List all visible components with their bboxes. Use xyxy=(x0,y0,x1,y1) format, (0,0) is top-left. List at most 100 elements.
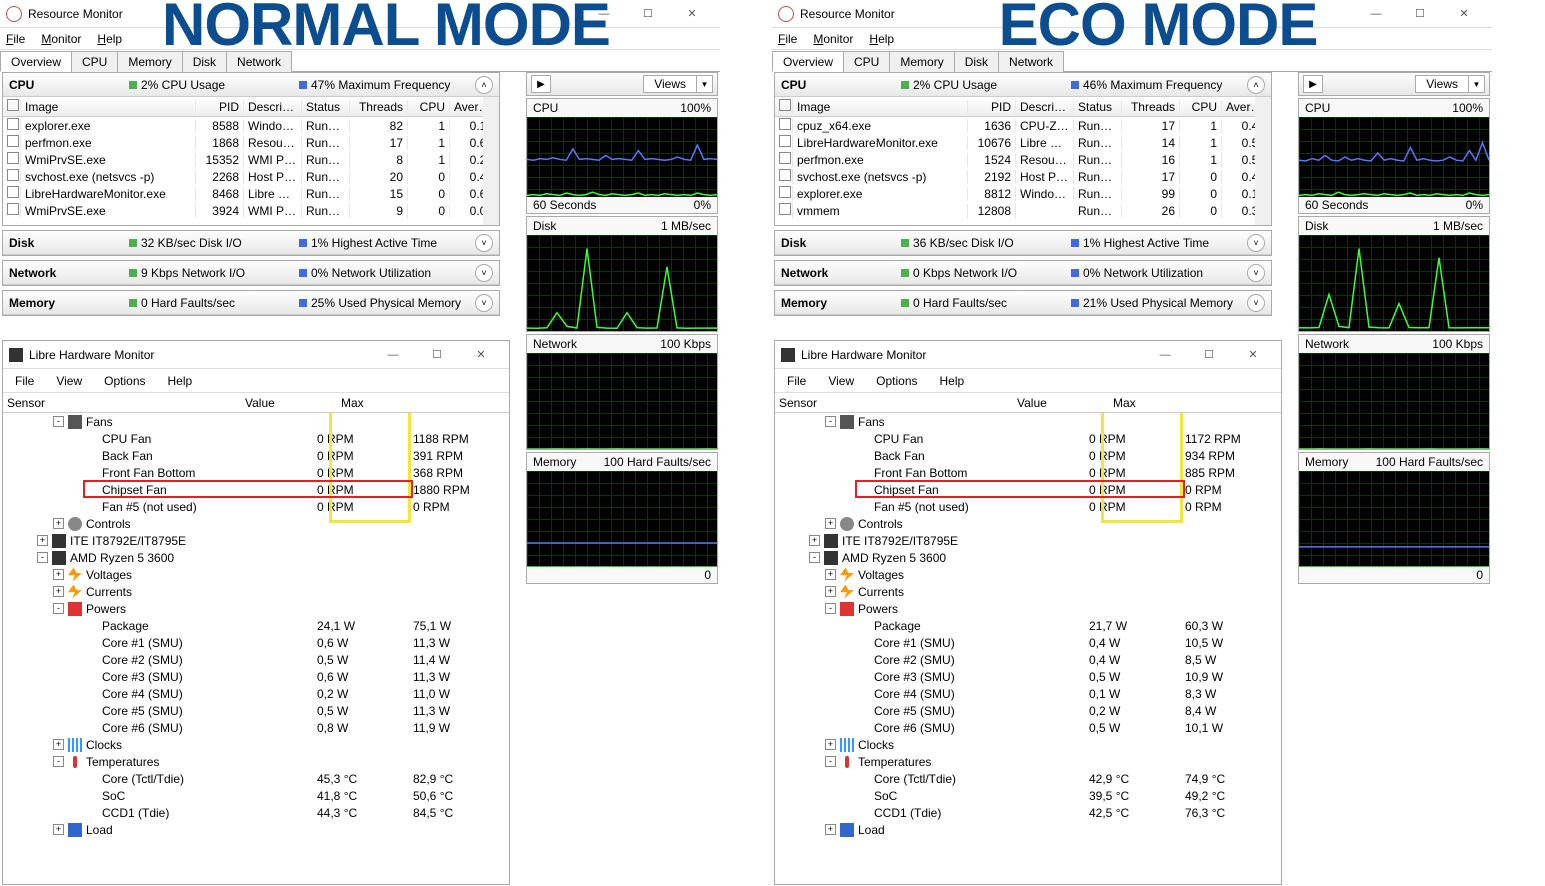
maximize-button[interactable]: ☐ xyxy=(1398,0,1442,28)
chevron-down-icon[interactable]: ˅ xyxy=(1247,234,1265,252)
checkbox-icon[interactable] xyxy=(7,169,19,181)
checkbox-icon[interactable] xyxy=(7,152,19,164)
tree-node[interactable]: - Temperatures xyxy=(3,753,509,770)
collapse-icon[interactable]: - xyxy=(37,552,48,563)
sensor-row[interactable]: Package 24,1 W 75,1 W xyxy=(3,617,509,634)
sensor-row[interactable]: Core #3 (SMU) 0,5 W 10,9 W xyxy=(775,668,1281,685)
expand-icon[interactable]: + xyxy=(825,586,836,597)
memory-panel-header[interactable]: Memory 0 Hard Faults/sec 25% Used Physic… xyxy=(3,291,499,315)
close-button[interactable]: ✕ xyxy=(459,341,503,369)
col-max[interactable]: Max xyxy=(1109,396,1205,410)
views-dropdown-icon[interactable]: ▼ xyxy=(697,75,713,93)
col-cpu[interactable]: CPU xyxy=(408,100,450,114)
menu-monitor[interactable]: Monitor xyxy=(41,32,81,46)
collapse-icon[interactable]: - xyxy=(825,603,836,614)
tab-disk[interactable]: Disk xyxy=(954,51,999,72)
sensor-row[interactable]: Core #6 (SMU) 0,5 W 10,1 W xyxy=(775,719,1281,736)
tab-overview[interactable]: Overview xyxy=(0,51,72,72)
expand-icon[interactable]: + xyxy=(825,518,836,529)
checkbox-icon[interactable] xyxy=(779,118,791,130)
sensor-row[interactable]: Core #4 (SMU) 0,1 W 8,3 W xyxy=(775,685,1281,702)
checkbox-icon[interactable] xyxy=(779,135,791,147)
col-desc[interactable]: Descripti… xyxy=(1016,100,1074,114)
sensor-row[interactable]: Core #2 (SMU) 0,5 W 11,4 W xyxy=(3,651,509,668)
sensor-row[interactable]: Core #2 (SMU) 0,4 W 8,5 W xyxy=(775,651,1281,668)
sensor-row[interactable]: Core #5 (SMU) 0,2 W 8,4 W xyxy=(775,702,1281,719)
expand-icon[interactable]: + xyxy=(825,739,836,750)
expand-icon[interactable]: + xyxy=(53,739,64,750)
tree-node[interactable]: - Powers xyxy=(3,600,509,617)
close-button[interactable]: ✕ xyxy=(670,0,714,28)
scrollbar[interactable] xyxy=(483,97,499,225)
sensor-tree[interactable]: - Fans CPU Fan 0 RPM 1188 RPM Back Fan 0… xyxy=(3,413,509,880)
tab-cpu[interactable]: CPU xyxy=(71,51,118,72)
col-sensor[interactable]: Sensor xyxy=(3,396,241,410)
collapse-icon[interactable]: - xyxy=(809,552,820,563)
col-desc[interactable]: Descripti… xyxy=(244,100,302,114)
col-image[interactable]: Image xyxy=(21,100,196,114)
memory-panel-header[interactable]: Memory 0 Hard Faults/sec 21% Used Physic… xyxy=(775,291,1271,315)
maximize-button[interactable]: ☐ xyxy=(1187,341,1231,369)
close-button[interactable]: ✕ xyxy=(1442,0,1486,28)
sensor-row[interactable]: Core #6 (SMU) 0,8 W 11,9 W xyxy=(3,719,509,736)
process-row[interactable]: perfmon.exe 1524 Resour… Runni… 16 1 0.5… xyxy=(775,151,1271,168)
minimize-button[interactable]: — xyxy=(1354,0,1398,28)
checkbox-icon[interactable] xyxy=(7,99,19,111)
menu-help[interactable]: Help xyxy=(168,374,193,388)
tree-node[interactable]: + Load xyxy=(775,821,1281,838)
collapse-icon[interactable]: - xyxy=(53,416,64,427)
process-row[interactable]: svchost.exe (netsvcs -p) 2192 Host P… Ru… xyxy=(775,168,1271,185)
tree-node[interactable]: + Clocks xyxy=(3,736,509,753)
tree-node[interactable]: + ITE IT8792E/IT8795E xyxy=(775,532,1281,549)
process-row[interactable]: vmmem 12808 Runni… 26 0 0.35 xyxy=(775,202,1271,219)
chevron-down-icon[interactable]: ˅ xyxy=(1247,264,1265,282)
process-row[interactable]: perfmon.exe 1868 Resour… Runni… 17 1 0.6… xyxy=(3,134,499,151)
chevron-up-icon[interactable]: ˄ xyxy=(1247,76,1265,94)
checkbox-icon[interactable] xyxy=(7,135,19,147)
checkbox-icon[interactable] xyxy=(779,186,791,198)
menu-help[interactable]: Help xyxy=(97,32,122,46)
scrollbar[interactable] xyxy=(1255,97,1271,225)
network-panel-header[interactable]: Network 0 Kbps Network I/O 0% Network Ut… xyxy=(775,261,1271,285)
col-image[interactable]: Image xyxy=(793,100,968,114)
sensor-row[interactable]: Core #5 (SMU) 0,5 W 11,3 W xyxy=(3,702,509,719)
col-cpu[interactable]: CPU xyxy=(1180,100,1222,114)
checkbox-icon[interactable] xyxy=(7,203,19,215)
collapse-icon[interactable]: - xyxy=(53,603,64,614)
checkbox-icon[interactable] xyxy=(7,118,19,130)
process-row[interactable]: LibreHardwareMonitor.exe 10676 Libre H… … xyxy=(775,134,1271,151)
tree-node[interactable]: - Temperatures xyxy=(775,753,1281,770)
menu-view[interactable]: View xyxy=(828,374,854,388)
col-status[interactable]: Status xyxy=(302,100,350,114)
chevron-down-icon[interactable]: ˅ xyxy=(1247,294,1265,312)
col-threads[interactable]: Threads xyxy=(1122,100,1180,114)
tree-node[interactable]: + ITE IT8792E/IT8795E xyxy=(3,532,509,549)
menu-help[interactable]: Help xyxy=(940,374,965,388)
menu-options[interactable]: Options xyxy=(876,374,917,388)
expand-icon[interactable]: + xyxy=(53,569,64,580)
tree-node[interactable]: + Voltages xyxy=(3,566,509,583)
process-row[interactable]: LibreHardwareMonitor.exe 8468 Libre H… R… xyxy=(3,185,499,202)
close-button[interactable]: ✕ xyxy=(1231,341,1275,369)
tree-node[interactable]: + Load xyxy=(3,821,509,838)
collapse-icon[interactable]: - xyxy=(825,756,836,767)
collapse-arrow-button[interactable]: ▶ xyxy=(531,75,551,93)
tree-node[interactable]: + Clocks xyxy=(775,736,1281,753)
tree-node[interactable]: + Voltages xyxy=(775,566,1281,583)
views-button[interactable]: Views xyxy=(1415,75,1469,93)
collapse-icon[interactable]: - xyxy=(53,756,64,767)
process-row[interactable]: cpuz_x64.exe 1636 CPU-Z … Runni… 17 1 0.… xyxy=(775,117,1271,134)
col-sensor[interactable]: Sensor xyxy=(775,396,1013,410)
collapse-arrow-button[interactable]: ▶ xyxy=(1303,75,1323,93)
checkbox-icon[interactable] xyxy=(779,152,791,164)
cpu-panel-header[interactable]: CPU 2% CPU Usage 46% Maximum Frequency ˄ xyxy=(775,73,1271,97)
menu-file[interactable]: File xyxy=(787,374,806,388)
menu-file[interactable]: File xyxy=(15,374,34,388)
menu-view[interactable]: View xyxy=(56,374,82,388)
tree-node[interactable]: + Controls xyxy=(775,515,1281,532)
menu-monitor[interactable]: Monitor xyxy=(813,32,853,46)
chevron-down-icon[interactable]: ˅ xyxy=(475,294,493,312)
maximize-button[interactable]: ☐ xyxy=(415,341,459,369)
sensor-row[interactable]: SoC 39,5 °C 49,2 °C xyxy=(775,787,1281,804)
titlebar[interactable]: Libre Hardware Monitor — ☐ ✕ xyxy=(3,341,509,369)
